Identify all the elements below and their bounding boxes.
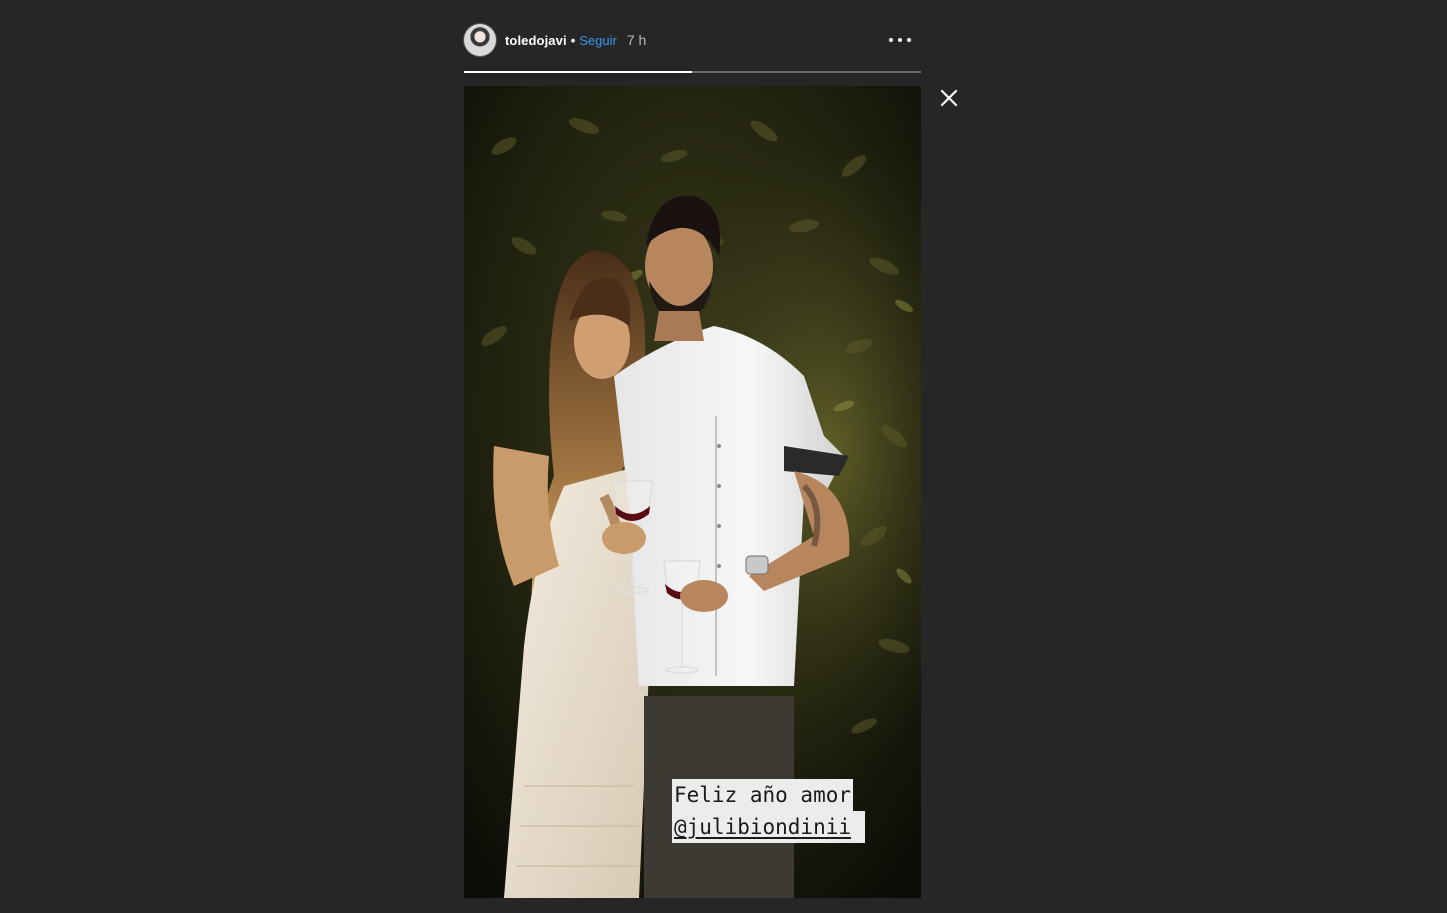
username-link[interactable]: toledojavi	[505, 33, 567, 48]
progress-segment	[693, 71, 921, 73]
separator-dot: •	[570, 32, 576, 48]
more-dot	[907, 38, 911, 42]
story-progress-bar	[464, 71, 921, 73]
mention-link[interactable]: @julibiondinii	[672, 811, 866, 843]
avatar[interactable]	[464, 24, 496, 56]
more-dot	[889, 38, 893, 42]
progress-fill	[464, 71, 692, 73]
story-caption: Feliz año amor @julibiondinii	[672, 779, 866, 843]
story-timestamp: 7 h	[626, 32, 647, 48]
story-header: toledojavi • Seguir 7 h	[464, 22, 921, 58]
story-photo-illustration	[464, 86, 921, 898]
more-options-icon[interactable]	[889, 30, 911, 50]
caption-text: Feliz año amor	[672, 779, 854, 811]
follow-button[interactable]: Seguir	[579, 33, 617, 48]
story-photo[interactable]	[464, 86, 921, 898]
close-icon[interactable]	[936, 85, 962, 111]
story-viewer: toledojavi • Seguir 7 h Feliz año amor @…	[0, 0, 1447, 913]
more-dot	[898, 38, 902, 42]
progress-segment	[464, 71, 692, 73]
